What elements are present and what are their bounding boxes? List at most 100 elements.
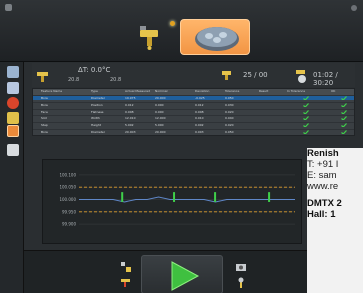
table-cell: 0.050 <box>225 130 234 134</box>
status-bar: ΔT: 0.0°C 20.8 20.8 25 / 00 01:02 / 30:2… <box>32 63 355 87</box>
delta-temp: ΔT: 0.0°C <box>78 66 111 74</box>
mode-indicator-dot <box>170 21 175 26</box>
website: www.re <box>307 181 339 192</box>
check-icon <box>303 123 309 128</box>
table-cell: 0.002 <box>195 123 204 128</box>
table-row[interactable]: Face Flatness 0.008 0.000 0.008 0.020 <box>33 108 354 114</box>
camera-icon[interactable] <box>235 261 247 273</box>
table-cell: 0.008 <box>125 109 134 114</box>
report-icon[interactable] <box>7 66 19 78</box>
table-cell: 5.000 <box>155 123 164 128</box>
col-header: Feature Name <box>41 89 63 93</box>
color-wheel-icon[interactable] <box>7 97 19 109</box>
table-cell: 19.975 <box>125 96 136 100</box>
wrench-icon[interactable] <box>235 277 247 289</box>
table-cell: -0.025 <box>195 96 205 100</box>
table-cell: 0.020 <box>225 123 234 128</box>
table-cell: 0.008 <box>195 109 204 114</box>
trend-chart-svg: 100.100 100.050 100.000 99.950 99.900 <box>59 172 295 227</box>
table-cell: Step <box>41 123 48 128</box>
table-cell: Width <box>91 116 100 121</box>
temp-1: 20.8 <box>68 77 80 83</box>
probe-temperature-icon <box>37 72 48 82</box>
table-cell: Bore <box>41 130 48 134</box>
table-row[interactable]: Bore Position 0.012 0.000 0.012 0.030 <box>33 101 354 107</box>
table-cell: Flatness <box>91 109 104 114</box>
table-cell: 20.000 <box>155 130 166 134</box>
table-cell: 0.012 <box>195 102 204 107</box>
y-tick-label: 100.100 <box>59 172 76 177</box>
probe-tool-icon[interactable] <box>120 277 134 289</box>
top-toolbar <box>0 0 363 62</box>
col-header: Actual Measured <box>125 89 151 93</box>
check-icon <box>341 130 347 134</box>
time-readout: 01:02 / 30:20 <box>313 71 338 87</box>
col-header: Nominal <box>155 89 168 93</box>
table-cell: Height <box>91 123 101 128</box>
check-icon <box>341 96 347 100</box>
col-header: OK <box>331 89 336 93</box>
table-row[interactable]: Bore Diameter 19.975 20.000 -0.025 0.050 <box>33 95 354 100</box>
table-cell: 12.010 <box>125 116 136 121</box>
folder-icon[interactable] <box>7 112 19 124</box>
check-icon <box>303 109 309 114</box>
hall-info: Hall: 1 <box>307 209 336 220</box>
check-icon <box>341 123 347 128</box>
table-cell: Diameter <box>91 96 106 100</box>
table-cell: 0.000 <box>155 102 164 107</box>
part-setup-mode-button[interactable] <box>180 19 250 55</box>
col-header: In Tolerance <box>287 89 306 93</box>
document-icon[interactable] <box>7 144 19 156</box>
play-icon <box>171 261 200 291</box>
table-cell: 12.000 <box>155 116 166 121</box>
check-icon <box>303 130 309 134</box>
table-cell: Bore <box>41 102 48 107</box>
table-cell: Face <box>41 109 48 114</box>
chart-icon[interactable] <box>7 82 19 94</box>
table-cell: 20.003 <box>125 130 136 134</box>
count-readout: 25 / 00 <box>243 71 268 79</box>
bottom-toolbar <box>24 250 307 293</box>
temp-2: 20.8 <box>110 77 122 83</box>
col-header: Result <box>259 89 269 93</box>
table-cell: 0.010 <box>195 116 204 121</box>
series-line <box>79 196 295 203</box>
left-toolbar <box>0 62 24 293</box>
counter-icon <box>222 71 231 80</box>
table-cell: 0.030 <box>225 102 234 107</box>
table-cell: 0.012 <box>125 102 134 107</box>
product-name: DMTX 2 <box>307 198 342 209</box>
table-cell: 0.003 <box>195 130 204 134</box>
corner-icon-right <box>351 5 357 11</box>
probe-icon <box>140 26 158 50</box>
phone: T: +91 I <box>307 159 339 170</box>
part-icon <box>195 27 239 51</box>
clock-icon <box>296 70 306 83</box>
y-tick-label: 99.950 <box>62 209 76 214</box>
table-cell: Diameter <box>91 130 106 134</box>
check-icon <box>341 116 347 121</box>
col-header: Type <box>91 89 98 93</box>
table-row[interactable]: Slot Width 12.010 12.000 0.010 0.040 <box>33 115 354 121</box>
email: E: sam <box>307 170 337 181</box>
probe-mode-button[interactable] <box>136 22 164 52</box>
check-icon <box>341 109 347 114</box>
y-tick-label: 100.000 <box>59 197 76 202</box>
tool-change-icon[interactable] <box>120 261 132 273</box>
company-name: Renish <box>307 148 339 159</box>
corner-icon-left <box>5 4 12 11</box>
table-cell: 5.002 <box>125 123 134 128</box>
check-icon <box>303 96 309 100</box>
table-cell: Bore <box>41 96 48 100</box>
run-button[interactable] <box>141 255 223 293</box>
col-header: Deviation <box>195 89 210 93</box>
table-cell: 20.000 <box>155 96 166 100</box>
table-cell: 0.040 <box>225 116 234 121</box>
check-icon <box>341 102 347 107</box>
table-row[interactable]: Step Height 5.002 5.000 0.002 0.020 <box>33 122 354 128</box>
table-row[interactable]: Bore Diameter 20.003 20.000 0.003 0.050 <box>33 129 354 134</box>
measure-icon[interactable] <box>7 125 19 137</box>
table-cell: 0.020 <box>225 109 234 114</box>
results-table: Feature Name Type Actual Measured Nomina… <box>32 88 355 136</box>
col-header: Tolerance <box>225 89 240 93</box>
